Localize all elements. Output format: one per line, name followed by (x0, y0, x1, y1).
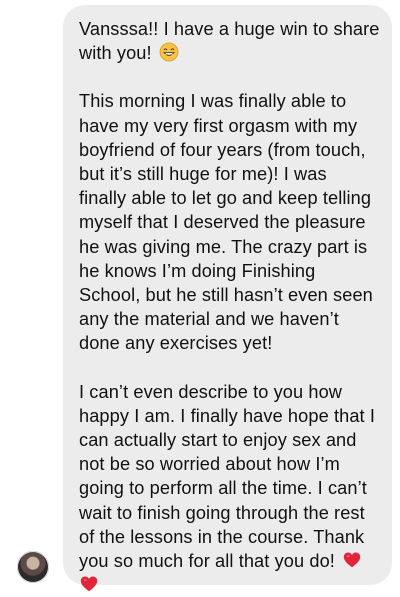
message-line: he knows I’m doing Finishing (79, 260, 316, 281)
message-line: finally able to let go and keep telling (79, 188, 372, 209)
message-line-with-emoji (79, 573, 378, 597)
message-line: This morning I was finally able to (79, 91, 347, 112)
message-row: Vansssa!! I have a huge win to share wit… (0, 0, 400, 594)
avatar[interactable] (17, 551, 49, 583)
grinning-face-icon (159, 42, 179, 62)
message-line: have my very first orgasm with my (79, 115, 358, 136)
message-line: you so much for all that you do! (79, 551, 335, 572)
message-line: I can’t even describe to you how (79, 381, 343, 402)
red-heart-icon (79, 574, 99, 594)
message-line: but it’s still huge for me)! I was (79, 164, 327, 185)
message-paragraph-1: Vansssa!! I have a huge win to share wit… (79, 17, 380, 65)
message-line: wait to finish going through the rest (79, 502, 365, 523)
message-line: School, but he still hasn’t even seen (79, 285, 373, 306)
message-line: myself that I deserved the pleasure (79, 212, 366, 233)
message-line: done any exercises yet! (79, 333, 273, 354)
message-line-with-emoji: you so much for all that you do! (79, 549, 378, 573)
message-line: happy I am. I finally have hope that I (79, 405, 375, 426)
message-bubble[interactable]: Vansssa!! I have a huge win to share wit… (63, 5, 392, 592)
message-line: going to perform all the time. I can’t (79, 478, 367, 499)
message-paragraph-2: This morning I was finally able to have … (79, 89, 378, 355)
message-paragraph-3: I can’t even describe to you how happy I… (79, 380, 378, 597)
message-line: boyfriend of four years (from touch, (79, 139, 366, 160)
message-line: with you! (79, 43, 152, 64)
message-line-with-emoji: with you! (79, 41, 378, 65)
message-line: any the material and we haven’t (79, 309, 339, 330)
message-line: can actually start to enjoy sex and (79, 430, 357, 451)
message-line: he was giving me. The crazy part is (79, 236, 368, 257)
red-heart-icon (342, 550, 362, 570)
message-line: Vansssa!! I have a huge win to share (79, 19, 380, 39)
message-line: of the lessons in the course. Thank (79, 526, 365, 547)
message-line: not be so worried about how I’m (79, 454, 340, 475)
